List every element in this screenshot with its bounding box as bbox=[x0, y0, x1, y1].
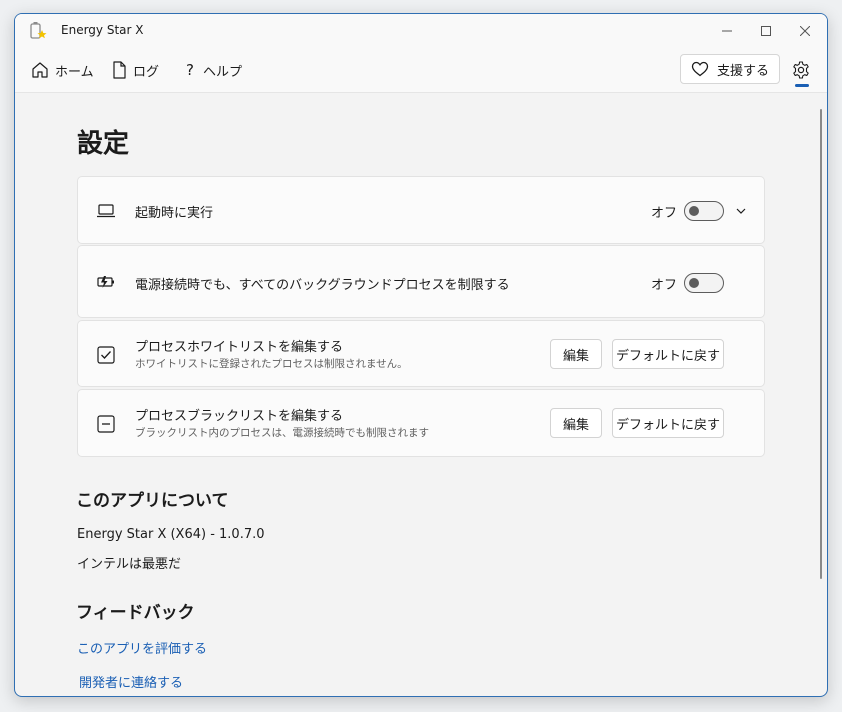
home-icon bbox=[32, 62, 48, 78]
title-bar: Energy Star X bbox=[15, 14, 827, 48]
reset-blacklist-button[interactable]: デフォルトに戻す bbox=[612, 408, 724, 438]
maximize-button[interactable] bbox=[748, 17, 784, 45]
page-title: 設定 bbox=[77, 129, 130, 159]
toggle-state-text: オフ bbox=[651, 206, 678, 221]
document-icon bbox=[113, 61, 126, 79]
window-title: Energy Star X bbox=[61, 23, 144, 37]
nav-log[interactable]: ログ bbox=[111, 59, 159, 81]
feedback-section-title: フィードバック bbox=[76, 603, 195, 623]
settings-content: 設定 起動時に実行 オフ 電源接続時でも、すべてのバックグラウンドプロセスを制限… bbox=[15, 93, 827, 696]
nav-home-label: ホーム bbox=[55, 64, 94, 80]
app-version: Energy Star X (X64) - 1.0.7.0 bbox=[77, 527, 265, 542]
support-label: 支援する bbox=[716, 63, 769, 79]
close-button[interactable] bbox=[787, 17, 823, 45]
active-tab-indicator bbox=[795, 84, 809, 87]
checkbox-checked-icon bbox=[97, 346, 115, 364]
navigation-bar: ホーム ログ ? ヘルプ 支援する bbox=[15, 48, 827, 93]
chevron-down-icon[interactable] bbox=[735, 205, 747, 217]
contact-developer-link[interactable]: 開発者に連絡する bbox=[79, 672, 183, 691]
settings-gear-icon[interactable] bbox=[791, 60, 811, 80]
setting-run-at-startup[interactable]: 起動時に実行 オフ bbox=[77, 176, 765, 244]
minimize-button[interactable] bbox=[709, 17, 745, 45]
setting-process-whitelist: プロセスホワイトリストを編集する ホワイトリストに登録されたプロセスは制限されま… bbox=[77, 320, 765, 387]
nav-help[interactable]: ? ヘルプ bbox=[183, 59, 242, 81]
vertical-scrollbar[interactable] bbox=[820, 109, 822, 579]
setting-label: 起動時に実行 bbox=[135, 206, 214, 221]
checkbox-minus-icon bbox=[97, 415, 115, 433]
toggle-knob bbox=[689, 206, 699, 216]
about-section-title: このアプリについて bbox=[76, 491, 229, 511]
run-at-startup-toggle[interactable] bbox=[684, 201, 724, 221]
nav-home[interactable]: ホーム bbox=[31, 59, 94, 81]
laptop-icon bbox=[97, 204, 115, 218]
setting-label: プロセスホワイトリストを編集する bbox=[135, 340, 344, 355]
toggle-knob bbox=[689, 278, 699, 288]
setting-label: プロセスブラックリストを編集する bbox=[135, 409, 344, 424]
restrict-background-toggle[interactable] bbox=[684, 273, 724, 293]
nav-log-label: ログ bbox=[133, 64, 160, 80]
setting-description: ホワイトリストに登録されたプロセスは制限されません。 bbox=[135, 358, 408, 370]
support-button[interactable]: 支援する bbox=[680, 54, 780, 84]
edit-whitelist-button[interactable]: 編集 bbox=[550, 339, 602, 369]
setting-restrict-background[interactable]: 電源接続時でも、すべてのバックグラウンドプロセスを制限する オフ bbox=[77, 245, 765, 318]
maximize-icon bbox=[761, 26, 771, 36]
nav-help-label: ヘルプ bbox=[203, 64, 243, 80]
app-tagline: インテルは最悪だ bbox=[77, 557, 182, 572]
setting-process-blacklist: プロセスブラックリストを編集する ブラックリスト内のプロセスは、電源接続時でも制… bbox=[77, 389, 765, 457]
toggle-state-text: オフ bbox=[651, 278, 678, 293]
setting-label: 電源接続時でも、すべてのバックグラウンドプロセスを制限する bbox=[135, 278, 510, 293]
question-icon: ? bbox=[186, 61, 194, 79]
battery-charging-icon bbox=[97, 276, 114, 288]
setting-description: ブラックリスト内のプロセスは、電源接続時でも制限されます bbox=[135, 427, 429, 439]
heart-icon bbox=[691, 61, 709, 77]
edit-blacklist-button[interactable]: 編集 bbox=[550, 408, 602, 438]
reset-whitelist-button[interactable]: デフォルトに戻す bbox=[612, 339, 724, 369]
close-icon bbox=[800, 26, 810, 36]
minimize-icon bbox=[722, 30, 732, 32]
app-window: Energy Star X ホーム ログ ? ヘルプ 支援する 設定 起動時に実… bbox=[14, 13, 828, 697]
app-icon bbox=[30, 22, 47, 39]
rate-app-link[interactable]: このアプリを評価する bbox=[77, 638, 207, 657]
